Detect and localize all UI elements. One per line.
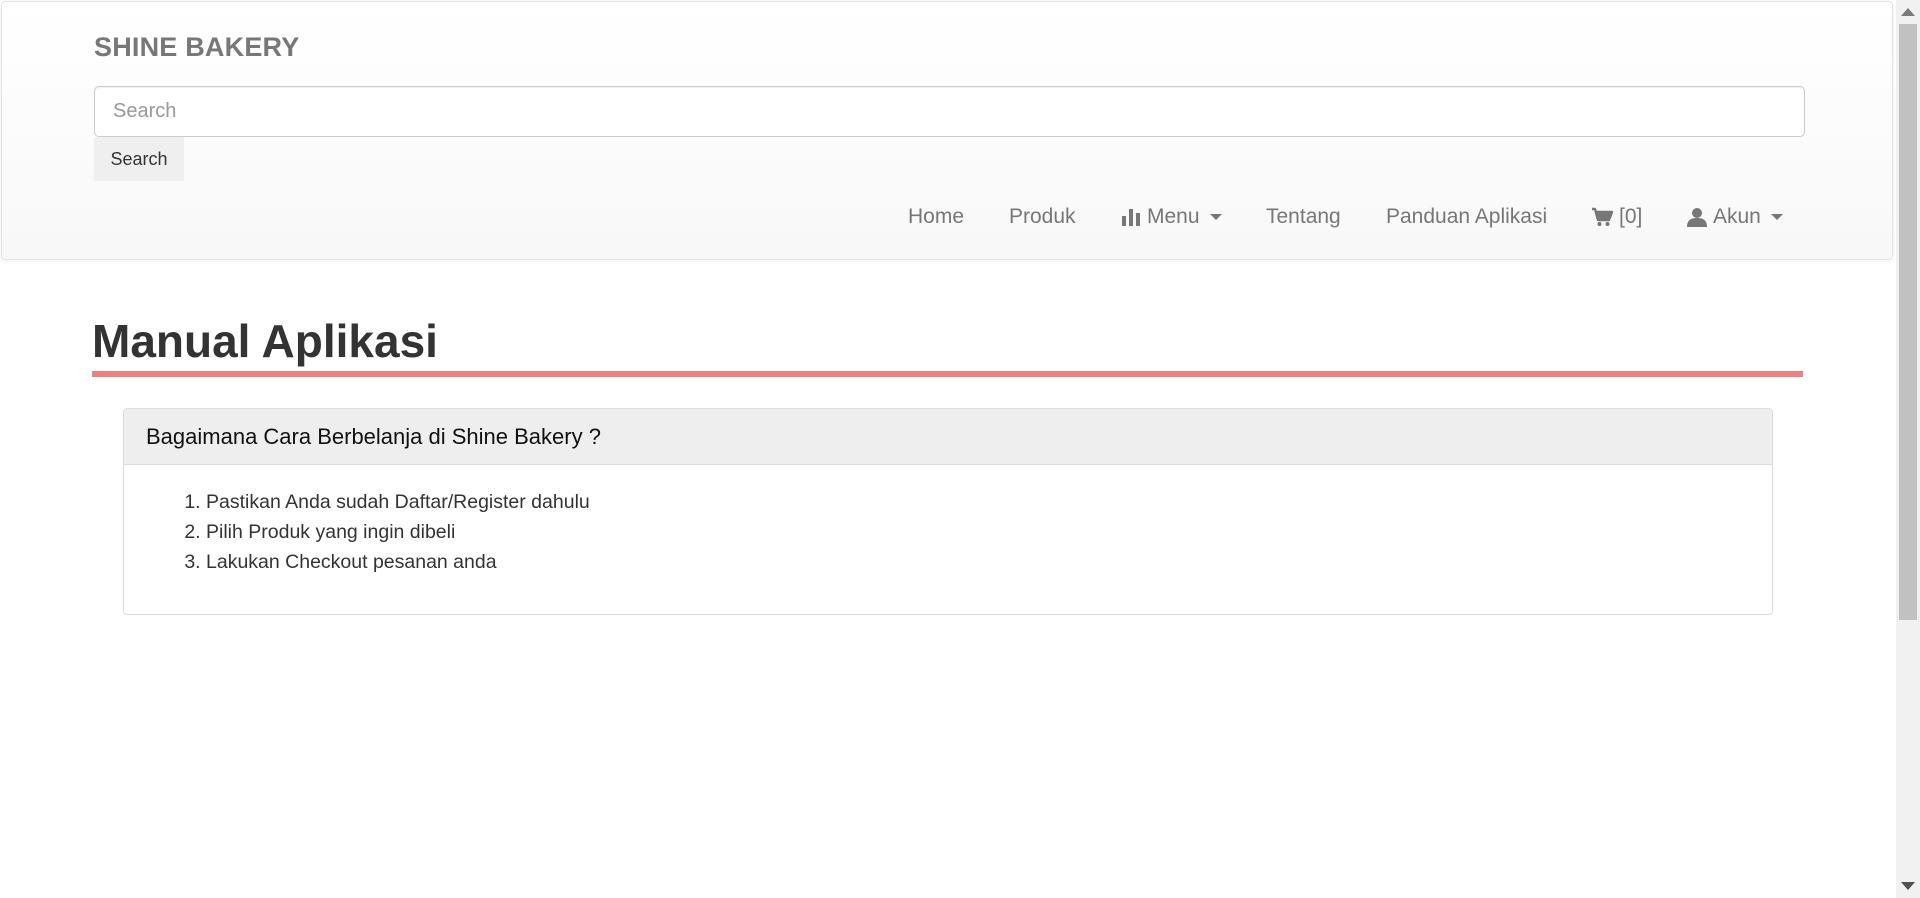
- panel-heading: Bagaimana Cara Berbelanja di Shine Baker…: [124, 409, 1772, 465]
- nav-tentang[interactable]: Tentang: [1266, 202, 1341, 232]
- scroll-up-icon[interactable]: [1901, 8, 1915, 16]
- steps-list: Pastikan Anda sudah Daftar/Register dahu…: [146, 487, 1750, 577]
- nav-panduan-aplikasi[interactable]: Panduan Aplikasi: [1386, 202, 1547, 232]
- navbar: SHINE BAKERY Search Home Produk Menu Ten…: [1, 1, 1893, 260]
- nav-panduan-label: Panduan Aplikasi: [1386, 205, 1548, 228]
- page-title: Manual Aplikasi: [92, 315, 438, 367]
- brand-logo[interactable]: SHINE BAKERY: [94, 32, 299, 63]
- cart-icon: [1591, 207, 1613, 227]
- nav-cart-count: [0]: [1619, 205, 1643, 228]
- list-item: Lakukan Checkout pesanan anda: [206, 547, 1750, 577]
- nav-cart[interactable]: [0]: [1591, 202, 1642, 232]
- panel-body: Pastikan Anda sudah Daftar/Register dahu…: [124, 465, 1772, 577]
- search-input[interactable]: [94, 86, 1805, 137]
- bar-chart-icon: [1121, 207, 1141, 227]
- nav-tentang-label: Tentang: [1266, 205, 1341, 228]
- scroll-thumb[interactable]: [1899, 24, 1917, 620]
- nav-produk-label: Produk: [1009, 205, 1076, 228]
- title-underline: [92, 371, 1803, 377]
- list-item: Pastikan Anda sudah Daftar/Register dahu…: [206, 487, 1750, 517]
- caret-down-icon: [1770, 214, 1783, 220]
- search-button[interactable]: Search: [94, 137, 184, 181]
- nav-home-label: Home: [908, 205, 965, 228]
- nav-produk[interactable]: Produk: [1009, 202, 1076, 232]
- nav-menu-dropdown[interactable]: Menu: [1121, 202, 1222, 232]
- user-icon: [1687, 207, 1707, 227]
- scroll-down-icon[interactable]: [1901, 882, 1915, 890]
- caret-down-icon: [1209, 214, 1222, 220]
- nav-menu-label: Menu: [1147, 205, 1200, 228]
- guide-panel: Bagaimana Cara Berbelanja di Shine Baker…: [123, 408, 1773, 615]
- list-item: Pilih Produk yang ingin dibeli: [206, 517, 1750, 547]
- nav-home[interactable]: Home: [908, 202, 964, 232]
- vertical-scrollbar[interactable]: [1896, 0, 1920, 898]
- nav-akun-dropdown[interactable]: Akun: [1687, 202, 1783, 232]
- nav-akun-label: Akun: [1713, 205, 1761, 228]
